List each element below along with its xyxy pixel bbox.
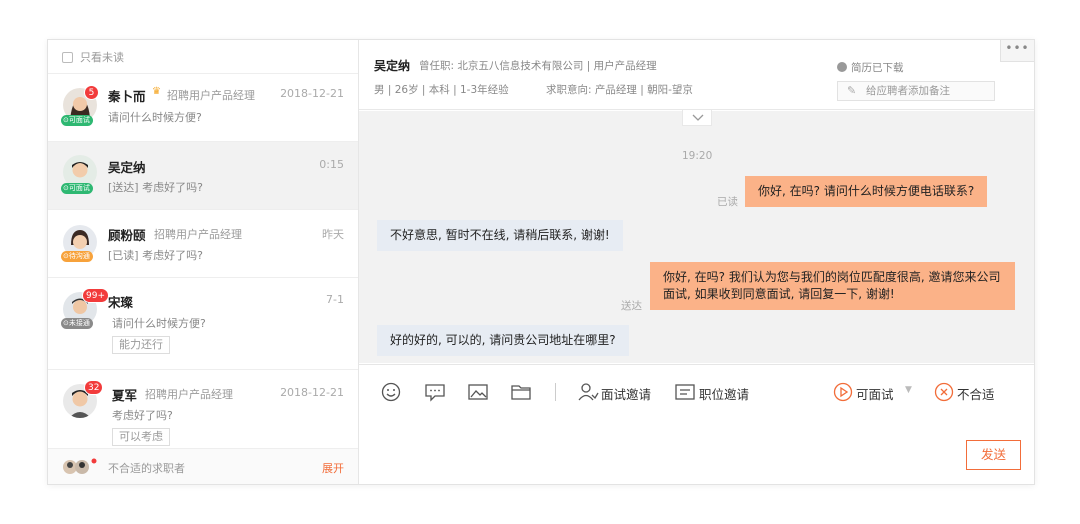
conversation-item-active[interactable]: ⊙可面试 吴定纳 0:15 [送达] 考虑好了吗? xyxy=(48,142,358,210)
conversation-item[interactable]: ⊙待沟通 顾粉颐 招聘用户产品经理 昨天 [已读] 考虑好了吗? xyxy=(48,210,358,278)
job-title: 招聘用户产品经理 xyxy=(154,228,242,241)
note-chip: 可以考虑 xyxy=(112,428,170,446)
interview-invite-icon[interactable] xyxy=(577,382,599,402)
incoming-message: 不好意思, 暂时不在线, 请稍后联系, 谢谢! xyxy=(377,220,623,251)
job-title: 招聘用户产品经理 xyxy=(167,89,255,102)
chat-panel: 吴定纳 曾任职: 北京五八信息技术有限公司 | 用户产品经理 男 | 26岁 |… xyxy=(359,40,1034,484)
candidate-header: 吴定纳 曾任职: 北京五八信息技术有限公司 | 用户产品经理 男 | 26岁 |… xyxy=(359,40,1034,110)
job-intent: 求职意向: 产品经理 | 朝阳-望京 xyxy=(546,84,693,96)
emoji-icon[interactable] xyxy=(381,382,401,402)
message-preview: 考虑好了吗? xyxy=(112,409,173,422)
conversation-item[interactable]: 99+ ⊙未接通 宋璨 7-1 请问什么时候方便? 能力还行 xyxy=(48,278,358,370)
status-tag: ⊙可面试 xyxy=(61,115,93,126)
read-status: 已读 xyxy=(717,196,738,208)
chat-window: 只看未读 5 ⊙可面试 秦卜而 ♛ 招聘用户产品经理 2018-12-21 请问… xyxy=(47,39,1035,485)
timestamp: 2018-12-21 xyxy=(280,386,344,399)
folder-icon[interactable] xyxy=(510,382,532,402)
message-preview: [已读] 考虑好了吗? xyxy=(108,249,203,262)
more-options-button[interactable]: ••• xyxy=(1000,40,1034,62)
crown-icon: ♛ xyxy=(152,86,161,97)
status-tag: ⊙未接通 xyxy=(61,318,93,329)
check-circle-icon xyxy=(837,62,847,72)
candidate-info: 男 | 26岁 | 本科 | 1-3年经验 xyxy=(374,84,509,96)
image-icon[interactable] xyxy=(467,382,489,402)
candidate-name: 宋璨 xyxy=(108,295,134,310)
outgoing-message: 你好, 在吗? 请问什么时候方便电话联系? xyxy=(745,176,988,207)
unread-count-badge: 99+ xyxy=(82,288,109,303)
unsuitable-candidates-bar[interactable]: 不合适的求职者 展开 xyxy=(48,448,358,484)
candidate-name: 夏军 xyxy=(112,388,138,403)
candidate-name: 吴定纳 xyxy=(374,59,411,73)
compose-toolbar: 面试邀请 职位邀请 可面试 ▼ 不合适 xyxy=(359,364,1034,416)
timestamp: 2018-12-21 xyxy=(280,87,344,100)
dropdown-caret-icon[interactable]: ▼ xyxy=(905,385,912,395)
interview-invite-button[interactable]: 面试邀请 xyxy=(601,384,651,403)
message-preview: 请问什么时候方便? xyxy=(112,317,206,330)
unread-filter-label: 只看未读 xyxy=(80,51,124,64)
incoming-message: 好的好的, 可以的, 请问贵公司地址在哪里? xyxy=(377,325,629,356)
chevron-down-icon xyxy=(692,114,704,121)
note-input[interactable]: ✎ 给应聘者添加备注 xyxy=(837,81,995,101)
message-preview: 请问什么时候方便? xyxy=(108,111,202,124)
timestamp: 7-1 xyxy=(326,293,344,306)
pencil-icon: ✎ xyxy=(847,84,857,97)
chat-timestamp: 19:20 xyxy=(682,150,713,162)
candidate-name: 吴定纳 xyxy=(108,160,146,175)
stacked-avatars-icon xyxy=(62,458,100,476)
candidate-name: 顾粉颐 xyxy=(108,228,146,243)
timestamp: 昨天 xyxy=(322,228,344,241)
unread-count-badge: 32 xyxy=(84,380,104,395)
send-button[interactable]: 发送 xyxy=(966,440,1021,470)
message-preview: [送达] 考虑好了吗? xyxy=(108,181,203,194)
job-invite-icon[interactable] xyxy=(674,382,696,402)
outgoing-message: 你好, 在吗? 我们认为您与我们的岗位匹配度很高, 邀请您来公司面试, 如果收到… xyxy=(650,262,1015,310)
note-chip: 能力还行 xyxy=(112,336,170,354)
toolbar-divider xyxy=(555,383,556,401)
job-invite-button[interactable]: 职位邀请 xyxy=(699,384,749,403)
quick-reply-icon[interactable] xyxy=(424,382,446,402)
conversation-item[interactable]: 5 ⊙可面试 秦卜而 ♛ 招聘用户产品经理 2018-12-21 请问什么时候方… xyxy=(48,75,358,142)
job-title: 招聘用户产品经理 xyxy=(145,388,233,401)
note-placeholder: 给应聘者添加备注 xyxy=(866,85,950,97)
delivered-status: 送达 xyxy=(621,300,642,312)
conversation-item[interactable]: 32 夏军 招聘用户产品经理 2018-12-21 考虑好了吗? 可以考虑 xyxy=(48,370,358,448)
status-tag: ⊙待沟通 xyxy=(61,251,93,262)
close-circle-icon[interactable] xyxy=(934,382,954,402)
status-tag: ⊙可面试 xyxy=(61,183,93,194)
timestamp: 0:15 xyxy=(319,158,344,171)
collapse-header-button[interactable] xyxy=(682,110,712,126)
play-circle-icon[interactable] xyxy=(833,382,853,402)
message-area: 19:20 已读 你好, 在吗? 请问什么时候方便电话联系? 不好意思, 暂时不… xyxy=(359,110,1034,363)
unread-count-badge: 5 xyxy=(84,85,99,100)
unread-checkbox[interactable] xyxy=(62,52,73,63)
previous-job: 曾任职: 北京五八信息技术有限公司 | 用户产品经理 xyxy=(419,60,657,72)
conversation-sidebar: 只看未读 5 ⊙可面试 秦卜而 ♛ 招聘用户产品经理 2018-12-21 请问… xyxy=(48,40,359,484)
can-interview-button[interactable]: 可面试 xyxy=(856,384,894,403)
not-suitable-button[interactable]: 不合适 xyxy=(957,384,995,403)
expand-link[interactable]: 展开 xyxy=(322,460,344,476)
unread-filter[interactable]: 只看未读 xyxy=(48,40,358,74)
candidate-name: 秦卜而 xyxy=(108,89,146,104)
resume-status: 简历已下载 xyxy=(837,60,904,75)
unsuitable-label: 不合适的求职者 xyxy=(108,462,185,475)
